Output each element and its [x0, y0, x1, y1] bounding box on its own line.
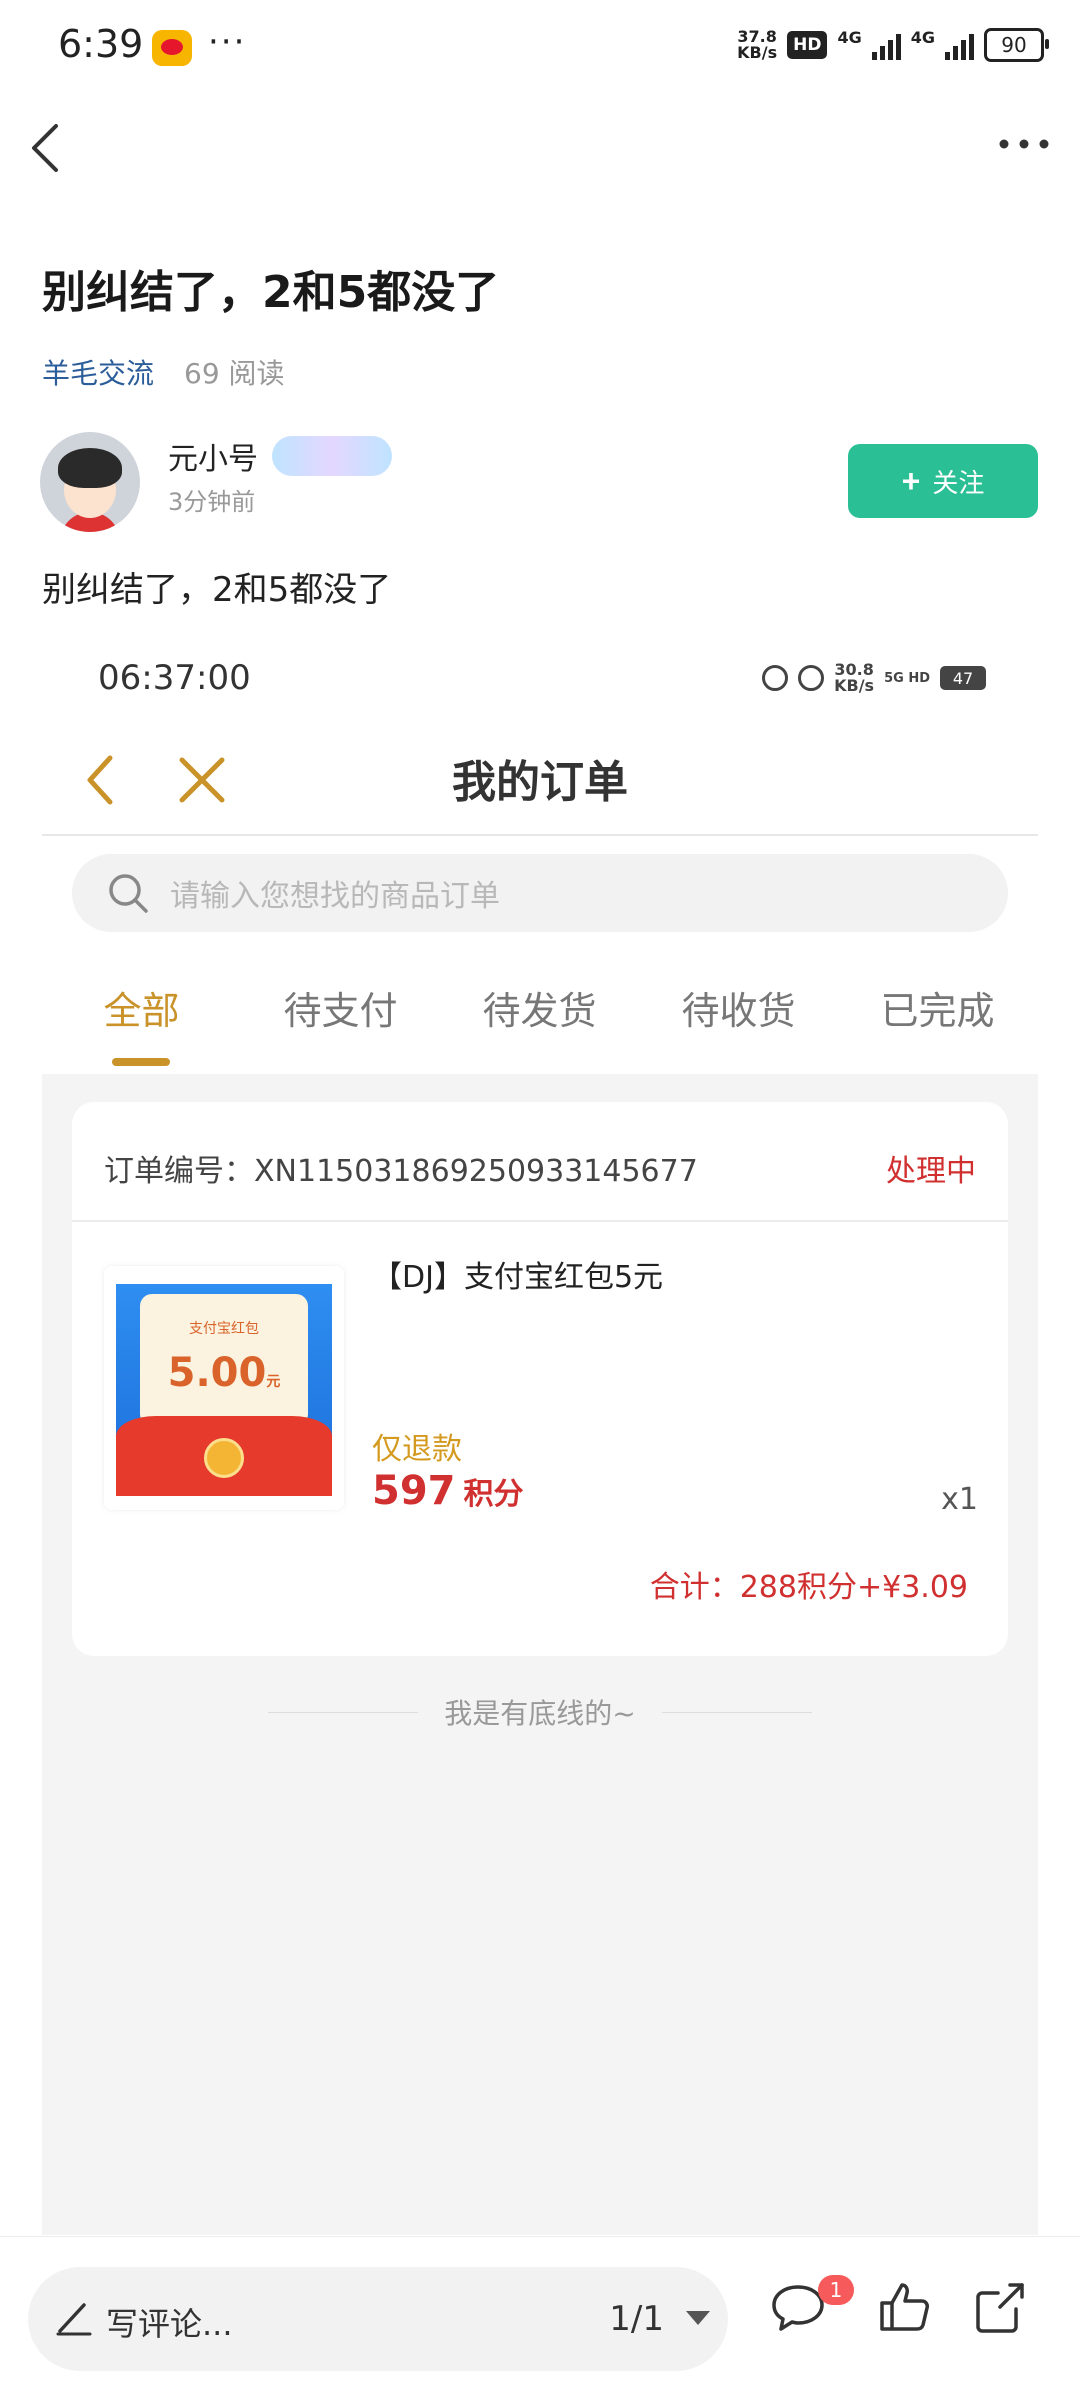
card-divider — [72, 1220, 1008, 1222]
screenshot-network-type: 5G HD — [884, 670, 930, 686]
tab-all[interactable]: 全部 — [42, 980, 241, 1035]
product-points: 597 积分 — [372, 1468, 524, 1514]
thumb-amount-value: 5.00 — [167, 1350, 267, 1396]
topic-link[interactable]: 羊毛交流 — [42, 352, 154, 392]
read-count: 69 阅读 — [184, 357, 285, 390]
order-page-title: 我的订单 — [452, 757, 628, 808]
post-time: 3分钟前 — [168, 488, 256, 516]
order-card[interactable]: 订单编号：XN115031869250933145677 处理中 支付宝红包 5… — [72, 1102, 1008, 1656]
network-type-1: 4G — [837, 28, 862, 47]
thumb-title: 支付宝红包 — [189, 1321, 259, 1337]
signal-icon-2 — [945, 30, 974, 60]
screenshot-net-speed: 30.8 KB/s — [834, 662, 874, 694]
share-icon[interactable] — [970, 2277, 1030, 2337]
order-status: 处理中 — [886, 1154, 976, 1189]
network-type-2: 4G — [910, 28, 935, 47]
bottom-bar: 写评论... 1/1 1 — [0, 2236, 1080, 2401]
status-overflow-dots: ··· — [208, 22, 247, 62]
coin-icon — [204, 1438, 244, 1478]
net-speed-unit: KB/s — [737, 43, 778, 62]
thumb-amount: 5.00元 — [140, 1350, 308, 1396]
page-indicator[interactable]: 1/1 — [609, 2299, 664, 2339]
screenshot-status-icons: 30.8 KB/s 5G HD 47 — [762, 662, 986, 694]
screenshot-battery-level: 47 — [952, 668, 974, 688]
thumb-amount-unit: 元 — [266, 1374, 281, 1390]
refund-label: 仅退款 — [372, 1432, 462, 1467]
search-placeholder: 请输入您想找的商品订单 — [170, 879, 500, 914]
author-name[interactable]: 元小号 — [168, 434, 258, 478]
net-speed: 37.8 KB/s — [737, 29, 777, 61]
order-tabs: 全部 待支付 待发货 待收货 已完成 — [42, 980, 1038, 1035]
battery-level: 90 — [1001, 33, 1027, 57]
signal-icon — [871, 30, 901, 60]
screenshot-battery-icon: 47 — [940, 666, 986, 690]
status-indicators: 37.8 KB/s HD 4G 4G 90 — [737, 28, 1049, 62]
avatar[interactable] — [40, 432, 140, 532]
product-thumbnail[interactable]: 支付宝红包 5.00元 — [104, 1266, 344, 1510]
comment-input[interactable]: 写评论... 1/1 — [28, 2267, 728, 2371]
status-time: 6:39 — [58, 22, 144, 66]
tab-pending-shipment[interactable]: 待发货 — [440, 980, 639, 1035]
tab-pending-payment[interactable]: 待支付 — [241, 980, 440, 1035]
screenshot-time: 06:37:00 — [98, 658, 251, 698]
hd-icon: HD — [787, 31, 828, 59]
order-number: 订单编号：XN115031869250933145677 — [104, 1154, 698, 1189]
product-name[interactable]: 【DJ】支付宝红包5元 — [372, 1252, 663, 1296]
tab-completed[interactable]: 已完成 — [838, 980, 1037, 1035]
post-body: 别纠结了，2和5都没了 — [42, 570, 392, 610]
follow-label: 关注 — [932, 467, 985, 498]
plus-icon: + — [901, 462, 921, 499]
tab-pending-receipt[interactable]: 待收货 — [639, 980, 838, 1035]
embedded-screenshot[interactable]: 06:37:00 30.8 KB/s 5G HD 47 我的订单 请输入您想找的… — [42, 640, 1038, 2235]
points-unit: 积分 — [463, 1477, 524, 1512]
back-arrow-icon[interactable] — [24, 118, 68, 178]
quantity: x1 — [941, 1482, 978, 1517]
pen-icon — [56, 2303, 92, 2336]
more-dots-icon[interactable] — [994, 124, 1054, 164]
alarm-icon — [762, 665, 789, 691]
comment-placeholder: 写评论... — [106, 2305, 233, 2343]
order-total: 合计：288积分+¥3.09 — [649, 1570, 968, 1605]
chevron-down-icon[interactable] — [686, 2311, 710, 2325]
points-value: 597 — [372, 1468, 456, 1514]
post-title: 别纠结了，2和5都没了 — [42, 267, 500, 318]
screenshot-net-speed-unit: KB/s — [834, 676, 875, 695]
follow-button[interactable]: + 关注 — [848, 444, 1038, 518]
medal-badge-icon — [272, 436, 392, 476]
battery-icon: 90 — [984, 28, 1049, 62]
end-of-list: 我是有底线的~ — [42, 1692, 1038, 1732]
weibo-app-icon — [152, 30, 192, 66]
mute-bell-icon — [798, 665, 825, 691]
header-divider — [42, 834, 1038, 836]
end-of-list-text: 我是有底线的~ — [444, 1697, 636, 1730]
search-icon — [109, 874, 148, 913]
order-search-input[interactable]: 请输入您想找的商品订单 — [72, 854, 1008, 932]
active-tab-indicator — [112, 1058, 170, 1066]
thumbs-up-icon[interactable] — [874, 2277, 934, 2337]
comment-count-badge: 1 — [818, 2275, 854, 2305]
